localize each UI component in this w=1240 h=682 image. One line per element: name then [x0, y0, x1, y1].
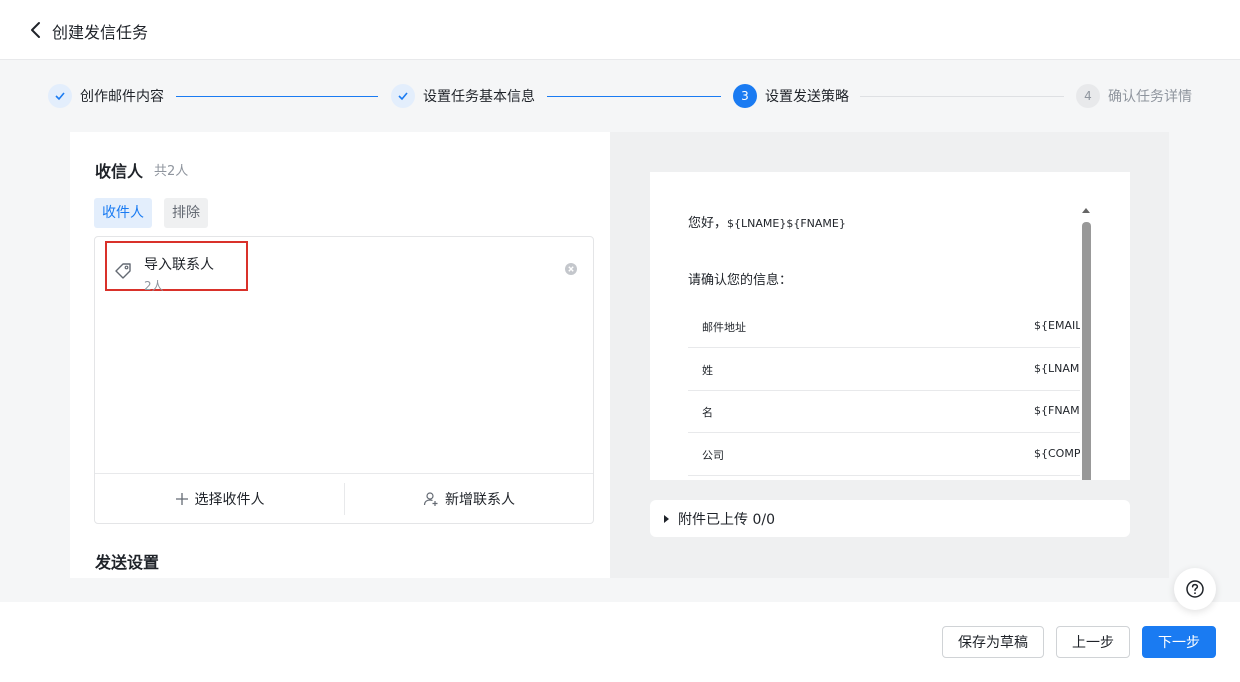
info-label: 公司	[702, 449, 724, 462]
add-contact-label: 新增联系人	[445, 492, 515, 508]
add-user-icon	[423, 492, 438, 506]
attachments-toggle[interactable]: 附件已上传 0/0	[650, 500, 1130, 537]
check-icon	[391, 84, 415, 108]
step-label: 设置任务基本信息	[423, 89, 535, 105]
recipient-list-box: 导入联系人 2人 选择收件人 新增联系人	[94, 236, 594, 524]
info-value: ${EMAIL}	[1034, 319, 1080, 332]
prev-step-button[interactable]: 上一步	[1056, 626, 1130, 658]
recipient-item-count: 2人	[144, 279, 164, 293]
recipient-item-name: 导入联系人	[144, 257, 214, 273]
recipient-item-imported-contacts[interactable]: 导入联系人 2人	[105, 241, 248, 293]
step-label: 创作邮件内容	[80, 89, 164, 105]
next-step-button[interactable]: 下一步	[1142, 626, 1216, 658]
info-label: 姓	[702, 364, 713, 377]
recipients-panel: 收信人 共2人 收件人 排除 导入联系人 2人 选择收件人 新增联系人 发送设置	[70, 132, 610, 578]
check-icon	[48, 84, 72, 108]
recipient-box-footer: 选择收件人 新增联系人	[95, 473, 593, 523]
step-send-strategy[interactable]: 3 设置发送策略	[733, 84, 849, 108]
recipients-title: 收信人	[95, 162, 144, 181]
recipients-count: 共2人	[154, 164, 189, 179]
attachments-label: 附件已上传 0/0	[678, 511, 775, 528]
step-confirm-details[interactable]: 4 确认任务详情	[1076, 84, 1192, 108]
plus-icon	[175, 493, 188, 505]
step-label: 确认任务详情	[1108, 89, 1192, 105]
greeting: 您好，${LNAME}${FNAME}	[688, 212, 846, 231]
scrollbar-thumb[interactable]	[1082, 222, 1091, 480]
step-connector	[860, 96, 1064, 97]
select-recipients-label: 选择收件人	[194, 492, 265, 508]
info-value: ${FNAME}	[1034, 404, 1080, 417]
email-preview-panel: 您好，${LNAME}${FNAME} 请确认您的信息： 邮件地址 ${EMAI…	[610, 132, 1169, 578]
confirm-text: 请确认您的信息：	[688, 273, 793, 288]
send-settings-title: 发送设置	[95, 553, 160, 572]
remove-circle-icon[interactable]	[564, 262, 578, 276]
save-draft-button[interactable]: 保存为草稿	[942, 626, 1044, 658]
email-preview: 您好，${LNAME}${FNAME} 请确认您的信息： 邮件地址 ${EMAI…	[650, 172, 1130, 480]
page-title: 创建发信任务	[52, 23, 149, 42]
info-label: 名	[702, 406, 713, 419]
step-label: 设置发送策略	[765, 89, 849, 105]
step-connector	[176, 96, 378, 97]
step-number: 4	[1076, 84, 1100, 108]
step-basic-info[interactable]: 设置任务基本信息	[391, 84, 535, 108]
top-bar: 创建发信任务	[0, 0, 1240, 60]
info-row: 姓 ${LNAME}	[688, 348, 1080, 391]
select-recipients-button[interactable]: 选择收件人	[95, 474, 344, 524]
caret-right-icon	[664, 514, 669, 523]
info-row: 邮件地址 ${EMAIL}	[688, 305, 1080, 348]
tab-exclude[interactable]: 排除	[164, 198, 208, 228]
greeting-vars: ${LNAME}${FNAME}	[727, 217, 846, 230]
greeting-text: 您好，	[688, 216, 728, 231]
info-value: ${LNAME}	[1034, 362, 1080, 375]
info-row: 公司 ${COMPANY}	[688, 433, 1080, 476]
question-circle-icon	[1186, 580, 1204, 598]
tag-icon	[115, 263, 131, 279]
add-contact-button[interactable]: 新增联系人	[345, 474, 593, 524]
back-arrow-icon[interactable]	[28, 20, 44, 40]
step-create-content[interactable]: 创作邮件内容	[48, 84, 164, 108]
tab-recipients[interactable]: 收件人	[94, 198, 152, 228]
info-value: ${COMPANY}	[1034, 447, 1080, 460]
info-row: 名 ${FNAME}	[688, 390, 1080, 433]
info-label: 邮件地址	[702, 321, 746, 334]
help-button[interactable]	[1174, 568, 1216, 610]
step-number: 3	[733, 84, 757, 108]
scroll-up-arrow-icon[interactable]	[1082, 208, 1090, 213]
step-connector	[547, 96, 721, 97]
